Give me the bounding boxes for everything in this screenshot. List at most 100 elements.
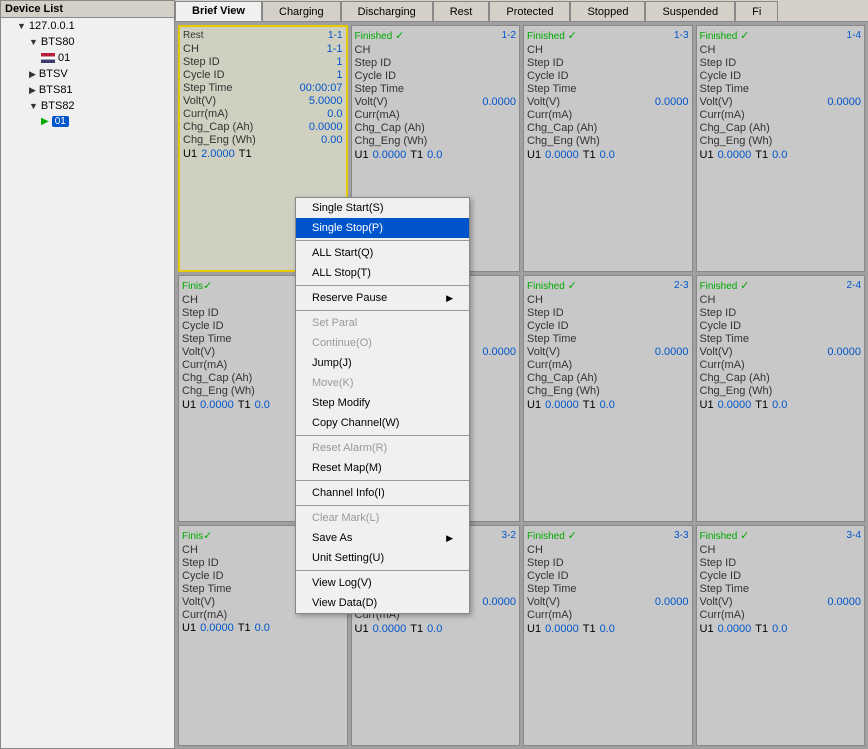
menu-reset-map[interactable]: Reset Map(M) [296,458,469,478]
ch-label: CH [182,294,198,306]
cycleid-label: Cycle ID [700,320,742,332]
tab-suspended[interactable]: Suspended [645,1,735,21]
t1-val: 0.0 [772,399,787,411]
stepid-label: Step ID [182,307,219,319]
cell-1-3[interactable]: Finished ✓ 1-3 CH Step ID Cycle ID Step … [523,25,693,272]
menu-copy-channel[interactable]: Copy Channel(W) [296,413,469,433]
steptime-label: Step Time [527,83,577,95]
sidebar-item-01-flag[interactable]: 01 [1,50,174,66]
cell-id-3-3: 3-3 [674,530,688,541]
volt-label: Volt(V) [700,96,733,108]
menu-step-modify[interactable]: Step Modify [296,393,469,413]
main-content: Brief View Charging Discharging Rest Pro… [175,0,868,749]
01-flag-label: 01 [58,52,70,64]
sidebar-item-bts81[interactable]: ▶ BTS81 [1,82,174,98]
cycleid-label: Cycle ID [700,570,742,582]
chgcap-label: Chg_Cap (Ah) [183,121,253,133]
cell-2-3[interactable]: Finished ✓ 2-3 CH Step ID Cycle ID Step … [523,275,693,522]
volt-val: 0.0000 [827,596,861,608]
menu-separator-5 [296,480,469,481]
tab-brief-view[interactable]: Brief View [175,1,262,21]
volt-label: Volt(V) [182,596,215,608]
sidebar-item-01-green[interactable]: ▶ 01 [1,114,174,129]
sidebar-item-ip[interactable]: ▼ 127.0.0.1 [1,18,174,34]
t1-label: T1 [583,623,596,635]
volt-val: 0.0000 [482,596,516,608]
u-label: U1 [527,149,541,161]
chgcap-label: Chg_Cap (Ah) [700,372,770,384]
stepid-label: Step ID [527,557,564,569]
stepid-label: Step ID [700,557,737,569]
cell-status-1-1: Rest [183,30,204,41]
flag-icon [41,53,55,63]
tab-protected[interactable]: Protected [489,1,570,21]
reserve-pause-label: Reserve Pause [312,292,387,304]
menu-view-data[interactable]: View Data(D) [296,593,469,613]
tab-fi[interactable]: Fi [735,1,778,21]
menu-all-start[interactable]: ALL Start(Q) [296,243,469,263]
check-icon: ✓ [740,280,749,292]
cell-id-2-3: 2-3 [674,280,688,291]
tab-stopped[interactable]: Stopped [570,1,645,21]
cycleid-label: Cycle ID [527,570,569,582]
cell-3-4[interactable]: Finished ✓ 3-4 CH Step ID Cycle ID Step … [696,525,866,746]
volt-val: 0.0000 [827,346,861,358]
tab-rest[interactable]: Rest [433,1,490,21]
u-val: 2.0000 [201,148,235,160]
volt-val: 0.0000 [655,346,689,358]
stepid-label: Step ID [527,57,564,69]
menu-separator-4 [296,435,469,436]
menu-jump[interactable]: Jump(J) [296,353,469,373]
curr-label: Curr(mA) [182,359,227,371]
menu-set-paral: Set Paral [296,313,469,333]
ch-label: CH [700,544,716,556]
tab-discharging[interactable]: Discharging [341,1,433,21]
curr-label: Curr(mA) [183,108,228,120]
cycleid-label: Cycle ID [355,70,397,82]
menu-separator-7 [296,570,469,571]
t1-val: 0.0 [600,399,615,411]
u-label: U1 [183,148,197,160]
u-val: 0.0000 [545,149,579,161]
chgeng-label: Chg_Eng (Wh) [527,385,600,397]
ch-label: CH [700,44,716,56]
menu-save-as[interactable]: Save As ▶ [296,528,469,548]
check-icon: ✓ [568,280,577,292]
menu-channel-info[interactable]: Channel Info(I) [296,483,469,503]
u-val: 0.0000 [718,399,752,411]
menu-unit-setting[interactable]: Unit Setting(U) [296,548,469,568]
cell-id-1-3: 1-3 [674,30,688,41]
volt-label: Volt(V) [527,346,560,358]
menu-single-start[interactable]: Single Start(S) [296,198,469,218]
curr-label: Curr(mA) [182,609,227,621]
check-icon: ✓ [395,30,404,42]
u-label: U1 [182,399,196,411]
cell-3-3[interactable]: Finished ✓ 3-3 CH Step ID Cycle ID Step … [523,525,693,746]
menu-continue: Continue(O) [296,333,469,353]
cell-id-3-4: 3-4 [847,530,861,541]
sidebar-item-bts80[interactable]: ▼ BTS80 [1,34,174,50]
menu-separator-1 [296,240,469,241]
tab-charging[interactable]: Charging [262,1,341,21]
u-val: 0.0000 [718,149,752,161]
cell-2-4[interactable]: Finished ✓ 2-4 CH Step ID Cycle ID Step … [696,275,866,522]
sidebar-item-btsv[interactable]: ▶ BTSV [1,66,174,82]
menu-single-stop[interactable]: Single Stop(P) [296,218,469,238]
check-icon: ✓ [740,530,749,542]
menu-all-stop[interactable]: ALL Stop(T) [296,263,469,283]
steptime-label: Step Time [700,333,750,345]
tab-bar: Brief View Charging Discharging Rest Pro… [175,0,868,22]
cell-id-1-1: 1-1 [328,30,342,41]
stepid-label: Step ID [700,307,737,319]
sidebar-item-bts82[interactable]: ▼ BTS82 [1,98,174,114]
steptime-label: Step Time [182,333,232,345]
cycleid-label: Cycle ID [527,70,569,82]
menu-separator-3 [296,310,469,311]
cell-id-1-4: 1-4 [847,30,861,41]
cell-1-4[interactable]: Finished ✓ 1-4 CH Step ID Cycle ID Step … [696,25,866,272]
volt-label: Volt(V) [183,95,216,107]
menu-view-log[interactable]: View Log(V) [296,573,469,593]
menu-reserve-pause[interactable]: Reserve Pause ▶ [296,288,469,308]
stepid-label: Step ID [183,56,220,68]
expand-arrow: ▶ [29,85,36,96]
